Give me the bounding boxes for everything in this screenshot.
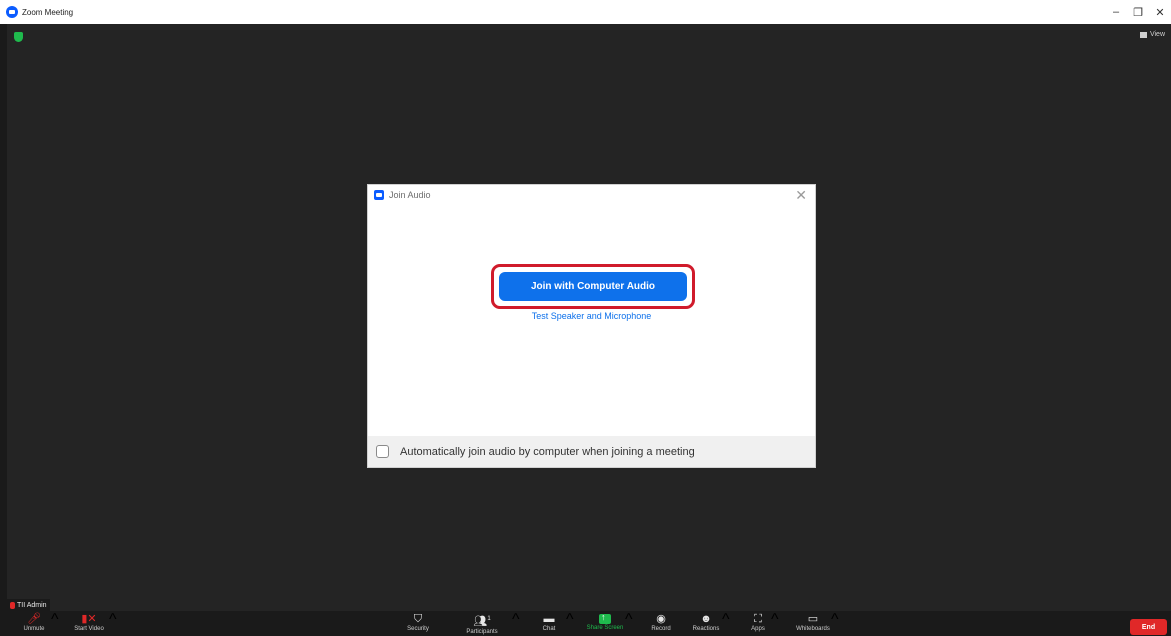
grid-view-icon: [1139, 31, 1147, 38]
unmute-label: Unmute: [23, 626, 45, 632]
chat-options-caret[interactable]: ^: [566, 611, 574, 635]
auto-join-label[interactable]: Automatically join audio by computer whe…: [400, 446, 695, 458]
test-speaker-mic-link[interactable]: Test Speaker and Microphone: [368, 311, 815, 321]
record-button[interactable]: ◉ Record: [646, 611, 676, 635]
minimize-button[interactable]: –: [1105, 0, 1127, 24]
window-controls: – ❐ ✕: [1105, 0, 1171, 24]
unmute-button[interactable]: 🎤︎ Unmute: [14, 611, 54, 635]
chat-button[interactable]: ▬ Chat: [538, 611, 560, 635]
join-computer-audio-button[interactable]: Join with Computer Audio: [499, 272, 687, 301]
share-options-caret[interactable]: ^: [625, 611, 633, 635]
video-off-icon: ▮✕: [81, 613, 97, 625]
dialog-title: Join Audio: [389, 190, 431, 200]
reactions-icon: ☻: [700, 613, 712, 625]
participant-name-tag: TII Admin: [7, 599, 50, 611]
apps-options-caret[interactable]: ^: [771, 611, 779, 635]
dialog-header: Join Audio: [368, 185, 815, 205]
apps-icon: ⛶: [754, 613, 762, 625]
chat-label: Chat: [542, 626, 556, 632]
highlight-frame: Join with Computer Audio: [491, 264, 695, 309]
window-title: Zoom Meeting: [22, 7, 74, 17]
shield-icon: ⛉: [413, 613, 423, 625]
meeting-toolbar: 🎤︎ Unmute ^ ▮✕ Start Video ^ ⛉ Security …: [0, 611, 1171, 635]
audio-options-caret[interactable]: ^: [51, 611, 59, 635]
record-icon: ◉: [656, 613, 666, 625]
auto-join-checkbox[interactable]: [376, 445, 389, 458]
security-label: Security: [407, 626, 429, 632]
window-titlebar: Zoom Meeting – ❐ ✕: [0, 0, 1171, 24]
reactions-options-caret[interactable]: ^: [722, 611, 730, 635]
dialog-footer: Automatically join audio by computer whe…: [368, 436, 815, 467]
participant-count: 1: [487, 616, 491, 622]
record-label: Record: [651, 626, 671, 632]
share-screen-label: Share Screen: [586, 625, 624, 631]
participants-options-caret[interactable]: ^: [512, 611, 520, 635]
apps-label: Apps: [751, 626, 765, 632]
share-screen-button[interactable]: Share Screen: [582, 611, 628, 635]
join-audio-dialog: Join Audio ✕ Join with Computer Audio Te…: [367, 184, 816, 468]
participants-button[interactable]: 👥︎1 Participants: [458, 611, 506, 635]
reactions-button[interactable]: ☻ Reactions: [690, 611, 722, 635]
whiteboards-options-caret[interactable]: ^: [831, 611, 839, 635]
zoom-logo-icon: [6, 6, 18, 18]
restore-button[interactable]: ❐: [1127, 0, 1149, 24]
dialog-close-button[interactable]: ✕: [795, 187, 807, 203]
zoom-logo-icon: [374, 190, 384, 200]
participants-icon: 👥︎1: [473, 615, 491, 628]
start-video-label: Start Video: [74, 626, 104, 632]
close-window-button[interactable]: ✕: [1149, 0, 1171, 24]
encryption-shield-icon[interactable]: [14, 32, 23, 42]
view-button[interactable]: View: [1139, 31, 1165, 38]
video-options-caret[interactable]: ^: [109, 611, 117, 635]
chat-icon: ▬: [543, 613, 555, 625]
view-label: View: [1149, 31, 1165, 38]
reactions-label: Reactions: [692, 626, 720, 632]
start-video-button[interactable]: ▮✕ Start Video: [68, 611, 110, 635]
muted-mic-icon: [10, 601, 15, 609]
share-screen-icon: [599, 612, 611, 624]
end-meeting-button[interactable]: End: [1130, 619, 1167, 635]
participants-label: Participants: [466, 628, 498, 635]
apps-button[interactable]: ⛶ Apps: [743, 611, 773, 635]
security-button[interactable]: ⛉ Security: [400, 611, 436, 635]
participant-name: TII Admin: [17, 601, 47, 609]
mic-muted-icon: 🎤︎: [27, 613, 41, 625]
